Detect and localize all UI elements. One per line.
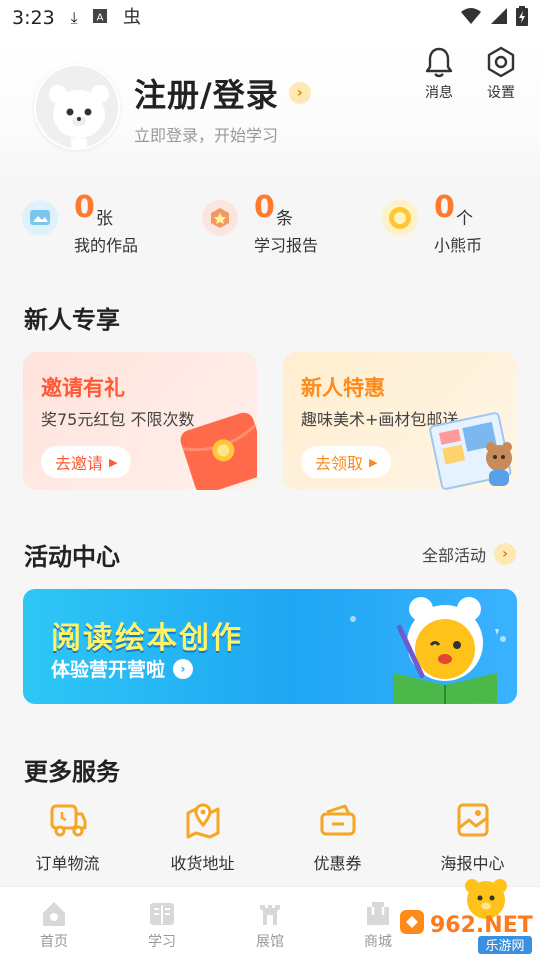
tab-study[interactable]: 学习 — [108, 887, 216, 960]
invite-title: 邀请有礼 — [41, 376, 125, 400]
bell-icon — [411, 42, 467, 78]
service-order-logistics[interactable]: 订单物流 — [0, 800, 135, 874]
poster-icon — [405, 800, 540, 840]
wifi-icon — [460, 7, 482, 30]
invite-button-label: 去邀请 — [55, 454, 104, 473]
gear-icon — [473, 42, 529, 78]
invite-button[interactable]: 去邀请 ▶ — [41, 446, 132, 478]
stats-row: 0 张 我的作品 0 条 学习报告 0 个 小熊币 — [0, 190, 540, 260]
offer-button[interactable]: 去领取 ▶ — [301, 446, 392, 478]
signal-icon — [490, 7, 508, 30]
works-unit: 张 — [96, 209, 113, 229]
svg-text:虫: 虫 — [123, 7, 141, 26]
service-label: 海报中心 — [440, 854, 505, 873]
works-label: 我的作品 — [74, 236, 139, 255]
coin-icon — [382, 200, 418, 236]
service-posters[interactable]: 海报中心 — [405, 800, 540, 874]
banner-title: 阅读绘本创作 — [51, 621, 243, 656]
offer-card[interactable]: 新人特惠 趣味美术+画材包邮送 去领取 ▶ — [283, 352, 517, 490]
reports-unit: 条 — [276, 209, 293, 229]
settings-button[interactable]: 设置 — [473, 42, 529, 102]
bear-mascot-illustration — [350, 597, 506, 704]
chevron-right-icon: › — [494, 543, 516, 565]
stat-coins[interactable]: 0 个 小熊币 — [360, 190, 540, 260]
all-activities-label: 全部活动 — [421, 546, 486, 565]
report-icon — [202, 200, 238, 236]
stat-works[interactable]: 0 张 我的作品 — [0, 190, 180, 260]
all-activities-link[interactable]: 全部活动 › — [422, 542, 516, 566]
tab-gallery[interactable]: 展馆 — [216, 887, 324, 960]
map-pin-icon — [135, 800, 270, 840]
invite-desc: 奖75元红包 不限次数 — [41, 410, 195, 429]
site-watermark: 962.NET 乐游网 — [400, 908, 534, 956]
bug-icon: 虫 — [122, 6, 144, 30]
settings-label: 设置 — [487, 85, 515, 101]
book-icon — [108, 897, 216, 931]
home-icon — [0, 897, 108, 931]
triangle-right-icon: ▶ — [109, 455, 118, 469]
activity-section-title: 活动中心 — [24, 543, 120, 571]
page-title[interactable]: 注册/登录 — [134, 70, 279, 116]
service-address[interactable]: 收货地址 — [135, 800, 270, 874]
truck-icon — [0, 800, 135, 840]
activity-banner[interactable]: 阅读绘本创作 体验营开营啦 › — [23, 589, 517, 704]
coins-unit: 个 — [456, 209, 473, 229]
messages-label: 消息 — [425, 85, 453, 101]
stat-reports[interactable]: 0 条 学习报告 — [180, 190, 360, 260]
status-bar: 3:23 ⤓ A 虫 — [0, 0, 540, 36]
banner-subtitle-row: 体验营开营啦 › — [51, 655, 194, 682]
login-title-row[interactable]: 注册/登录 › — [134, 70, 311, 116]
tab-label: 展馆 — [256, 934, 284, 950]
reports-count: 0 — [254, 190, 275, 225]
coins-label: 小熊币 — [434, 236, 483, 255]
service-label: 收货地址 — [170, 854, 235, 873]
profile-header: 注册/登录 › 立即登录，开始学习 消息 设置 — [0, 36, 540, 182]
tab-label: 首页 — [40, 934, 68, 950]
svg-text:A: A — [96, 13, 103, 24]
messages-button[interactable]: 消息 — [411, 42, 467, 102]
service-label: 订单物流 — [35, 854, 100, 873]
newbie-section-title: 新人专享 — [24, 306, 120, 334]
tab-label: 学习 — [148, 934, 176, 950]
coins-count: 0 — [434, 190, 455, 225]
red-envelope-icon — [180, 412, 257, 490]
offer-title: 新人特惠 — [301, 376, 385, 400]
services-section-title: 更多服务 — [24, 758, 120, 786]
picture-icon — [22, 200, 58, 236]
service-coupons[interactable]: 优惠券 — [270, 800, 405, 874]
coupon-icon — [270, 800, 405, 840]
watermark-text: 962.NET — [430, 913, 533, 938]
chevron-right-icon[interactable]: › — [288, 82, 311, 104]
download-icon: ⤓ — [70, 8, 78, 27]
art-kit-icon — [429, 412, 512, 490]
login-subtitle: 立即登录，开始学习 — [134, 126, 279, 145]
offer-button-label: 去领取 — [315, 454, 364, 473]
triangle-right-icon: ▶ — [369, 455, 378, 469]
works-count: 0 — [74, 190, 95, 225]
avatar[interactable] — [34, 64, 120, 150]
gallery-icon — [216, 897, 324, 931]
tab-home[interactable]: 首页 — [0, 887, 108, 960]
reports-label: 学习报告 — [254, 236, 319, 255]
status-time: 3:23 — [12, 7, 55, 29]
font-icon: A — [92, 8, 108, 28]
service-label: 优惠券 — [313, 854, 362, 873]
chevron-right-icon: › — [173, 658, 194, 679]
watermark-subtext: 乐游网 — [485, 939, 524, 954]
battery-icon — [516, 5, 528, 31]
banner-subtitle: 体验营开营啦 — [51, 659, 166, 681]
invite-card[interactable]: 邀请有礼 奖75元红包 不限次数 去邀请 ▶ — [23, 352, 257, 490]
services-grid: 订单物流 收货地址 优惠券 海报中心 — [0, 800, 540, 874]
